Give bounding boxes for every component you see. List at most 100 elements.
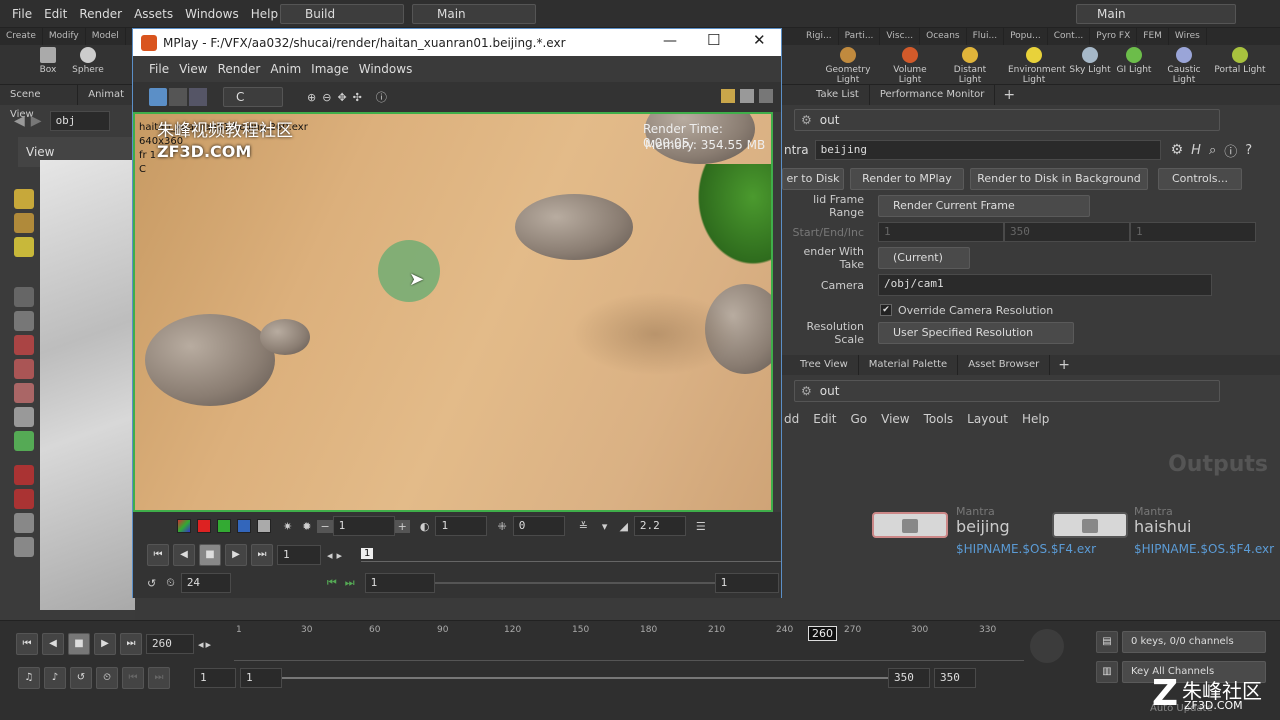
split-view-icon[interactable] [169,88,187,106]
red-channel-icon[interactable] [197,519,211,533]
mplay-menu-anim[interactable]: Anim [270,62,301,76]
shelf-tab-pyro[interactable]: Pyro FX [1090,28,1138,45]
gamma-field[interactable]: 2.2 [633,516,686,536]
render-image[interactable]: ➤ haitan_xuanran01.beijing.260.exr 640x3… [133,112,773,512]
end-field[interactable]: 350 [1004,222,1130,242]
net-menu-layout[interactable]: Layout [967,412,1008,426]
compare-icon[interactable] [189,88,207,106]
mplay-menu-render[interactable]: Render [218,62,261,76]
range-start-icon[interactable]: ⏮ [327,576,337,590]
network-editor[interactable]: Outputs Mantra beijing $HIPNAME.$OS.$F4.… [782,442,1280,620]
fit-icon[interactable]: ✣ [353,91,362,104]
tab-asset-browser[interactable]: Asset Browser [958,355,1051,375]
shelf-tab-viscous[interactable]: Visc... [880,28,921,45]
back-arrow-icon[interactable]: ◀ [14,113,25,129]
desktop-selector[interactable]: Build [280,4,404,24]
select-tool-icon[interactable] [14,189,34,209]
exposure-icon[interactable]: ◐ [420,520,430,533]
override-checkbox[interactable]: ✔ [880,304,892,316]
step-fwd-icon[interactable]: ▸ [206,638,212,651]
scale-tool-icon[interactable] [14,359,34,379]
menu-windows[interactable]: Windows [185,7,239,21]
keys-channels-menu[interactable]: 0 keys, 0/0 channels [1122,631,1266,653]
increment-button[interactable]: + [394,519,410,533]
add-tab-icon[interactable]: + [1003,87,1015,103]
node-beijing[interactable] [872,512,948,538]
frame-step-field[interactable]: 1 [332,516,395,536]
resolution-scale-menu[interactable]: User Specified Resolution [878,322,1074,344]
shelf-tab-rigid[interactable]: Rigi... [800,28,839,45]
camera-field[interactable]: /obj/cam1 [878,274,1212,296]
paint-tool-icon[interactable] [14,431,34,451]
mplay-menu-windows[interactable]: Windows [359,62,413,76]
shelf-distant-light-button[interactable]: Distant Light [944,47,996,85]
help-h-icon[interactable]: H [1191,143,1201,158]
shelf-tab-particles[interactable]: Parti... [839,28,881,45]
channel-selector[interactable]: C [223,87,283,107]
shelf-tab-wires[interactable]: Wires [1169,28,1207,45]
shelf-volume-light-button[interactable]: Volume Light [884,47,936,85]
shelf-sphere-button[interactable]: Sphere [62,47,114,75]
zoom-out-icon[interactable]: ⊖ [322,91,331,104]
key-mode-icon[interactable]: ▥ [1096,661,1118,683]
start-field[interactable]: 1 [878,222,1004,242]
scene-path-field[interactable]: obj [49,111,110,131]
offset-field[interactable]: 0 [512,516,565,536]
range-end-field[interactable]: 1 [714,573,779,593]
shelf-tab-model[interactable]: Model [86,28,126,45]
valid-frame-range-menu[interactable]: Render Current Frame [878,195,1090,217]
mplay-menu-image[interactable]: Image [311,62,349,76]
take-menu[interactable]: (Current) [878,247,970,269]
view-label[interactable]: View [26,145,54,159]
brightness-icon[interactable]: ✹ [302,520,311,533]
shelf-tab-container[interactable]: Cont... [1048,28,1091,45]
menu-assets[interactable]: Assets [134,7,173,21]
tab-animation[interactable]: Animat [78,85,135,105]
loop-icon[interactable]: ↺ [147,577,156,590]
camera-tool-icon[interactable] [14,513,34,533]
mplay-info-icon[interactable]: ⓘ [376,89,387,105]
offset-icon[interactable]: ⁜ [497,520,506,533]
move-tool-icon[interactable] [14,213,34,233]
start-frame2-field[interactable]: 1 [240,668,282,688]
audio-icon[interactable]: ♫ [18,667,40,689]
question-icon[interactable]: ? [1245,143,1252,158]
step-back-icon[interactable]: ◂ [198,638,204,651]
gamma-icon[interactable]: ◢ [619,520,627,533]
context-selector[interactable]: Main [412,4,536,24]
blue-channel-icon[interactable] [237,519,251,533]
minimize-icon[interactable]: — [663,33,677,49]
fullscreen-icon[interactable] [759,89,773,103]
search-icon[interactable]: ⌕ [1209,143,1216,158]
shelf-tab-fem[interactable]: FEM [1137,28,1169,45]
stop-button[interactable]: ■ [68,633,90,655]
pose-tool-icon[interactable] [14,383,34,403]
mplay-first-frame-button[interactable]: ⏮ [147,544,169,566]
range-bar[interactable] [282,677,888,679]
mplay-play-back-button[interactable]: ◀ [173,544,195,566]
play-back-button[interactable]: ◀ [42,633,64,655]
lock-icon[interactable] [14,311,34,331]
alpha-channel-icon[interactable] [257,519,271,533]
range-last-icon[interactable]: ⏭ [148,667,170,689]
play-button[interactable]: ▶ [94,633,116,655]
playhead-marker[interactable]: 260 [808,626,837,641]
shelf-portal-light-button[interactable]: Portal Light [1214,47,1266,75]
render-to-mplay-button[interactable]: Render to MPlay [850,168,964,190]
end-frame2-field[interactable]: 350 [934,668,976,688]
shelf-tab-create[interactable]: Create [0,28,43,45]
shelf-tab-modify[interactable]: Modify [43,28,86,45]
start-frame-field[interactable]: 1 [194,668,236,688]
magnet-tool-icon[interactable] [14,465,34,485]
shelf-tab-oceans[interactable]: Oceans [920,28,967,45]
shelf-gi-light-button[interactable]: GI Light [1108,47,1160,75]
zoom-in-icon[interactable]: ⊕ [307,91,316,104]
mplay-menu-view[interactable]: View [179,62,207,76]
mplay-step-fwd-icon[interactable]: ▸ [337,549,343,562]
mplay-current-frame-field[interactable]: 1 [277,545,321,565]
inc-field[interactable]: 1 [1130,222,1256,242]
realtime-toggle-icon[interactable]: ⏲ [96,667,118,689]
menu-render[interactable]: Render [79,7,122,21]
sound-icon[interactable]: ♪ [44,667,66,689]
lut-menu-icon[interactable]: ▾ [602,520,608,533]
